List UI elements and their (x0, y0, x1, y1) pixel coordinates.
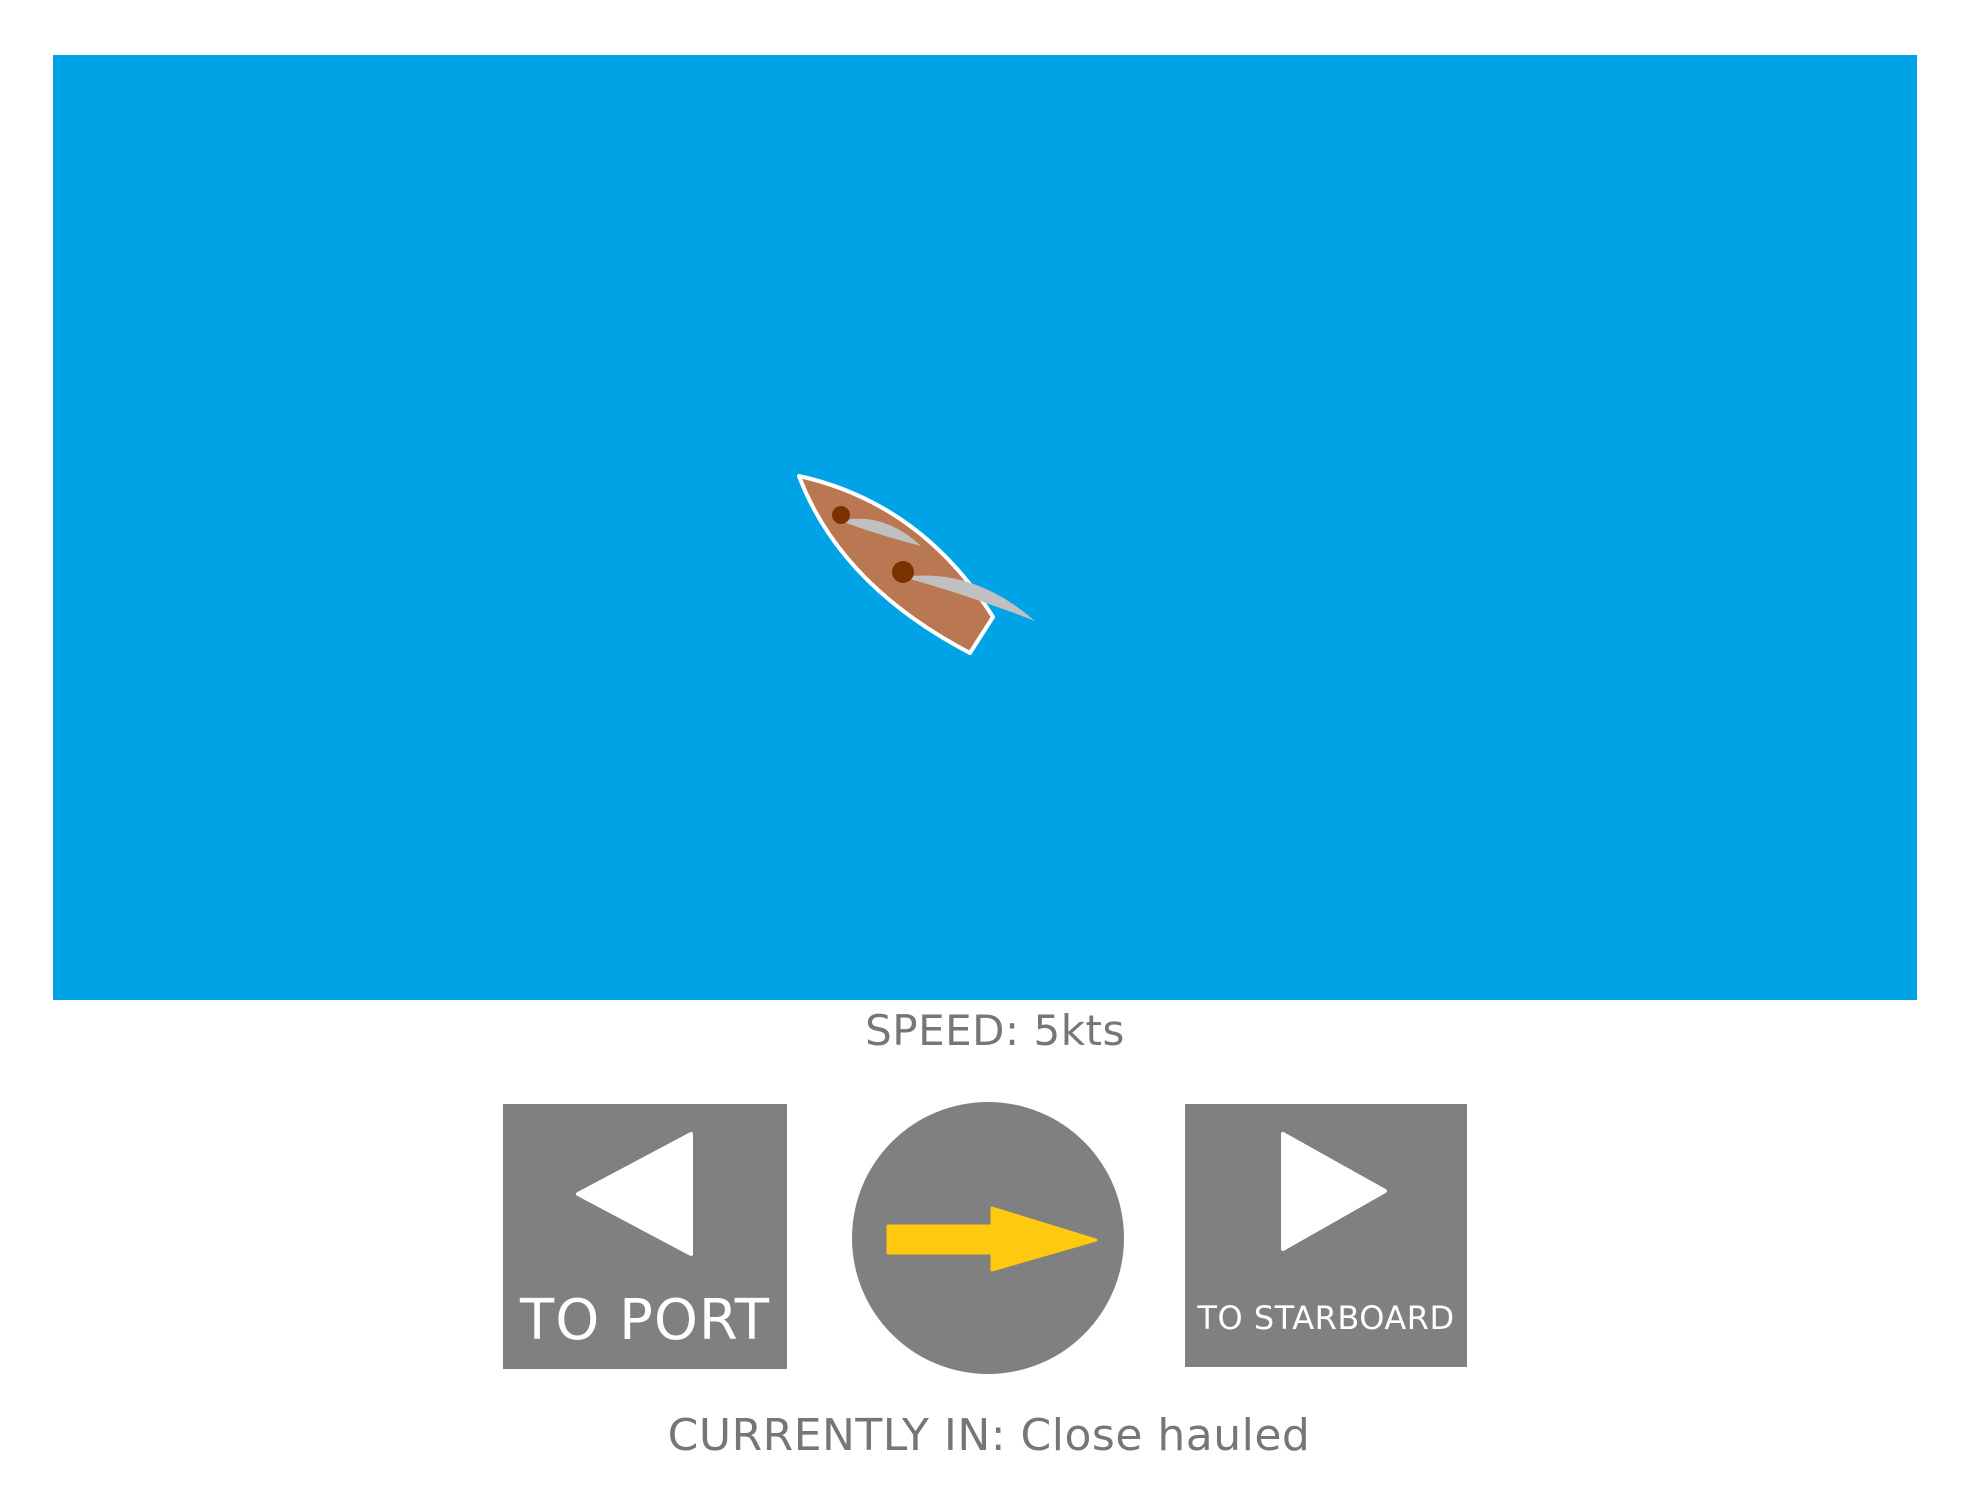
sailboat-icon (797, 474, 1035, 655)
point-of-sail-status: CURRENTLY IN: Close hauled (667, 1410, 1311, 1461)
boat-front-mast (832, 506, 850, 524)
speed-readout: SPEED: 5kts (865, 1006, 1125, 1055)
to-port-button[interactable]: TO PORT (503, 1104, 787, 1369)
game-stage: SPEED: 5kts TO PORT TO STARBOARD CURRENT… (0, 0, 1962, 1498)
wind-direction-indicator (852, 1102, 1124, 1374)
boat-main-mast (892, 561, 914, 583)
sea-area (53, 55, 1917, 1000)
to-starboard-button[interactable]: TO STARBOARD (1185, 1104, 1467, 1367)
wind-arrow-right-icon (852, 1102, 1124, 1374)
sea-canvas (797, 474, 1035, 655)
to-starboard-label: TO STARBOARD (1197, 1299, 1455, 1337)
to-port-label: TO PORT (520, 1288, 770, 1353)
